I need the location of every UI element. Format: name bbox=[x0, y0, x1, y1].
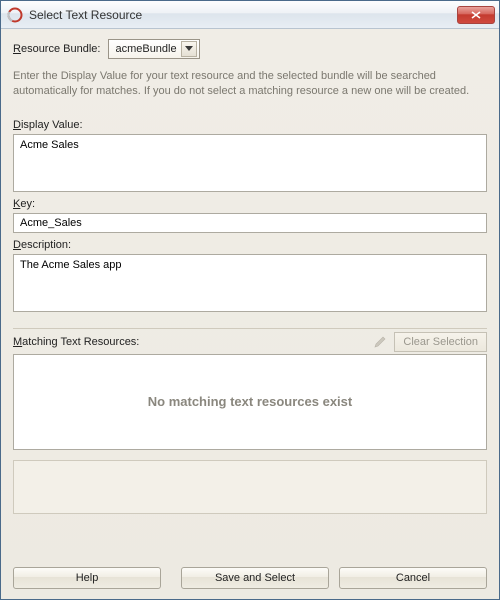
key-label: Key: bbox=[13, 198, 487, 210]
matching-resources-list[interactable]: No matching text resources exist bbox=[13, 354, 487, 450]
display-value-input[interactable] bbox=[13, 134, 487, 192]
app-icon bbox=[7, 7, 23, 23]
cancel-button[interactable]: Cancel bbox=[339, 567, 487, 589]
dropdown-arrow-icon bbox=[181, 41, 197, 57]
matching-resources-label: Matching Text Resources: bbox=[13, 336, 370, 348]
close-button[interactable] bbox=[457, 6, 495, 24]
resource-bundle-select[interactable]: acmeBundle bbox=[108, 39, 199, 59]
help-button[interactable]: Help bbox=[13, 567, 161, 589]
title-bar: Select Text Resource bbox=[1, 1, 499, 29]
matching-empty-text: No matching text resources exist bbox=[148, 394, 352, 409]
clear-selection-button[interactable]: Clear Selection bbox=[394, 332, 487, 352]
save-and-select-button[interactable]: Save and Select bbox=[181, 567, 329, 589]
preview-panel bbox=[13, 460, 487, 514]
window-title: Select Text Resource bbox=[29, 8, 457, 22]
edit-icon[interactable] bbox=[370, 333, 390, 351]
display-value-label: Display Value: bbox=[13, 119, 487, 131]
dialog-body: Resource Bundle: acmeBundle Enter the Di… bbox=[1, 29, 499, 599]
resource-bundle-label: Resource Bundle: bbox=[13, 43, 100, 55]
instruction-text: Enter the Display Value for your text re… bbox=[13, 69, 487, 99]
matching-resources-header: Matching Text Resources: Clear Selection bbox=[13, 328, 487, 352]
dialog-window: Select Text Resource Resource Bundle: ac… bbox=[0, 0, 500, 600]
resource-bundle-value: acmeBundle bbox=[115, 43, 176, 55]
dialog-button-row: Help Save and Select Cancel bbox=[13, 557, 487, 589]
description-input[interactable] bbox=[13, 254, 487, 312]
key-input[interactable] bbox=[13, 213, 487, 233]
resource-bundle-row: Resource Bundle: acmeBundle bbox=[13, 39, 487, 59]
description-label: Description: bbox=[13, 239, 487, 251]
